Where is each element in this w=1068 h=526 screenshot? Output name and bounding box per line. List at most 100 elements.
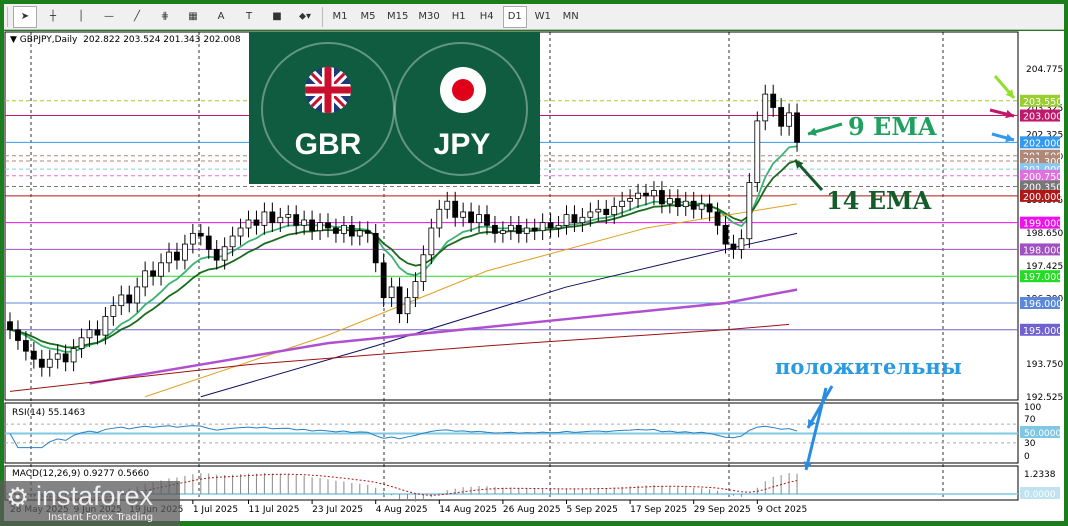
- ema9-annotation: 9 EMA: [848, 112, 937, 141]
- date-label: 4 Aug 2025: [376, 505, 428, 515]
- candle-bear: [674, 198, 681, 207]
- candle-bear: [213, 249, 220, 261]
- price-tick-label: 198.650: [1026, 229, 1063, 239]
- candle-bear: [515, 224, 522, 234]
- candle-bear: [690, 200, 697, 210]
- date-label: 5 Sep 2025: [567, 505, 618, 515]
- candle-bear: [205, 235, 212, 250]
- chart-header: ▼ GBPJPY,Daily 202.822 203.524 201.343 2…: [10, 35, 241, 45]
- candle-bear: [722, 224, 729, 245]
- candle-bear: [269, 211, 276, 224]
- candle-bull: [698, 203, 705, 210]
- candle-bull: [404, 297, 411, 315]
- candle-bear: [484, 214, 490, 226]
- currency-pair-card: GBR JPY: [249, 32, 540, 184]
- candle-bear: [348, 224, 355, 237]
- candle-bull: [134, 286, 141, 304]
- collapse-icon[interactable]: ▼: [10, 35, 20, 45]
- candle-bull: [611, 206, 618, 216]
- price-tick-label: 204.775: [1026, 65, 1063, 75]
- candle-bull: [436, 208, 443, 229]
- macd-tick-label: 1.2338: [1024, 470, 1056, 480]
- candle-bear: [659, 190, 665, 205]
- candle-bear: [468, 211, 475, 224]
- candle-bear: [531, 227, 538, 232]
- candle-bull: [587, 211, 594, 218]
- candle-bull: [444, 200, 451, 210]
- candle-bull: [189, 232, 196, 245]
- level-price-label: 203.000: [1023, 112, 1062, 123]
- candle-bull: [158, 262, 164, 277]
- candle-bull: [754, 120, 761, 183]
- candle-bull: [460, 211, 467, 218]
- date-label: 9 Oct 2025: [757, 505, 807, 515]
- candle-bear: [22, 340, 29, 352]
- instaforex-watermark: ⚙ instaforex Instant Forex Trading: [0, 481, 180, 526]
- positive-annotation: положительны: [775, 354, 962, 379]
- gear-logo-icon: ⚙: [6, 483, 30, 513]
- gbr-label: GBR: [294, 128, 362, 161]
- uk-flag-icon: [305, 67, 351, 113]
- price-tick-label: 193.750: [1026, 360, 1063, 370]
- candle-bull: [635, 192, 641, 199]
- candle-bull: [142, 270, 149, 288]
- brand-name: instaforex: [36, 481, 154, 511]
- candle-bear: [770, 93, 777, 108]
- candle-bull: [229, 235, 236, 248]
- candle-bear: [150, 270, 157, 277]
- candle-bull: [412, 281, 419, 299]
- candle-bear: [364, 230, 371, 234]
- candle-bear: [452, 200, 459, 218]
- candle-bull: [507, 224, 514, 232]
- rsi-tick-label: 100: [1024, 403, 1041, 413]
- candle-bull: [54, 353, 61, 360]
- candle-bear: [794, 112, 800, 143]
- level-price-label: 197.000: [1023, 272, 1062, 283]
- candle-bull: [46, 358, 53, 368]
- candle-bear: [547, 222, 554, 229]
- level-price-label: 195.000: [1023, 326, 1062, 337]
- candle-bear: [778, 107, 785, 127]
- candle-bear: [730, 243, 737, 250]
- date-label: 14 Aug 2025: [439, 505, 497, 515]
- candle-bull: [595, 208, 602, 213]
- candle-bear: [396, 286, 403, 315]
- rsi-tick-label: 50.0000: [1024, 429, 1061, 439]
- candle-bull: [428, 227, 435, 256]
- candle-bull: [102, 315, 109, 336]
- candle-bear: [714, 211, 721, 226]
- candle-bull: [245, 219, 252, 229]
- moving-average-ema-14: [9, 159, 798, 349]
- japan-flag-icon: [440, 67, 486, 113]
- candle-bull: [539, 222, 546, 232]
- candle-bull: [555, 224, 562, 229]
- candle-bear: [253, 219, 260, 226]
- candle-bull: [762, 93, 769, 122]
- candle-bull: [619, 200, 626, 207]
- candle-bear: [643, 192, 649, 197]
- candle-bull: [476, 214, 482, 224]
- candle-bear: [30, 350, 37, 360]
- candle-bull: [499, 230, 506, 234]
- moving-average-ma-slow-4: [9, 323, 790, 392]
- candle-bull: [563, 214, 570, 226]
- candle-bull: [579, 216, 586, 224]
- candle-bull: [786, 112, 792, 127]
- date-label: 26 Aug 2025: [503, 505, 561, 515]
- date-label: 23 Jul 2025: [312, 505, 363, 515]
- candle-bull: [682, 200, 689, 207]
- candle-bear: [293, 214, 300, 226]
- candle-bull: [221, 246, 228, 261]
- candle-bear: [94, 329, 101, 336]
- date-label: 1 Jul 2025: [193, 505, 238, 515]
- moving-average-ma-slow-2: [200, 232, 798, 398]
- rsi-label: RSI(14) 55.1463: [12, 408, 85, 418]
- candle-bull: [261, 211, 268, 226]
- jpy-label: JPY: [433, 128, 491, 161]
- candle-bull: [388, 286, 395, 299]
- candle-bull: [738, 238, 745, 250]
- candle-bull: [356, 230, 363, 237]
- price-tick-label: 192.525: [1026, 393, 1063, 403]
- candle-bull: [746, 182, 753, 240]
- candle-bull: [340, 224, 347, 234]
